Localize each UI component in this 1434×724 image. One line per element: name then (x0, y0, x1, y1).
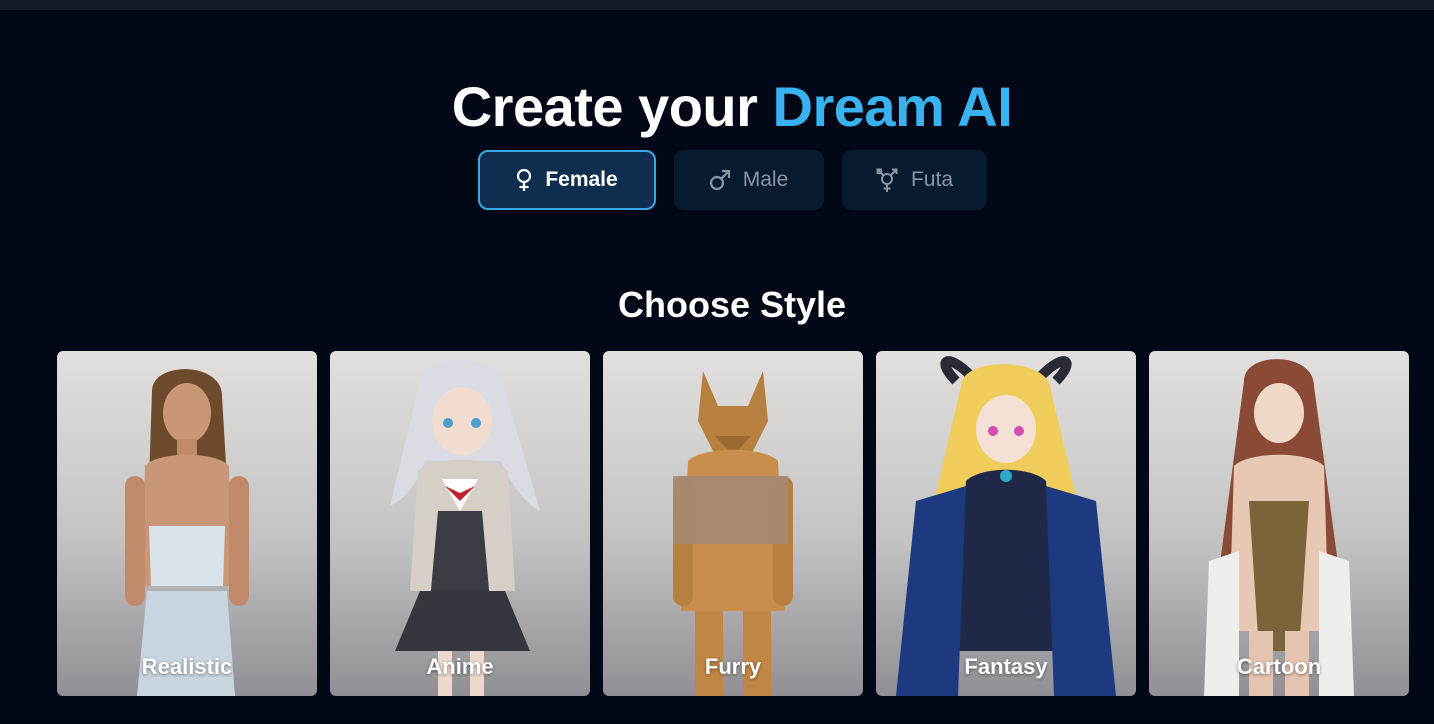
style-card-label: Realistic (141, 654, 233, 679)
style-card-label: Cartoon (1236, 654, 1322, 679)
top-bar (0, 0, 1434, 10)
style-card-label: Fantasy (964, 654, 1048, 679)
tab-futa[interactable]: Futa (841, 150, 987, 210)
tab-futa-label: Futa (910, 168, 954, 191)
page: Create your Dream AI Female Male Futa Ch… (0, 0, 1434, 724)
realistic-figure-illustration (125, 369, 249, 696)
anime-figure-illustration (390, 359, 540, 696)
style-card-anime[interactable]: Anime (330, 351, 590, 696)
page-title: Create your Dream AI (0, 74, 1434, 139)
style-card-fantasy[interactable]: Fantasy (876, 351, 1136, 696)
gender-selector: Female Male Futa (0, 150, 1434, 210)
title-accent: Dream AI (772, 74, 1013, 138)
tab-male[interactable]: Male (673, 150, 824, 210)
tab-female[interactable]: Female (477, 150, 656, 210)
fantasy-figure-illustration (896, 356, 1116, 696)
male-symbol-icon (709, 169, 731, 191)
title-plain: Create your (451, 74, 758, 138)
style-card-cartoon[interactable]: Cartoon (1149, 351, 1409, 696)
tab-female-label: Female (545, 168, 618, 191)
female-symbol-icon (515, 168, 533, 192)
furry-figure-illustration (673, 371, 793, 696)
style-card-label: Anime (426, 654, 494, 679)
style-card-furry[interactable]: Furry (603, 351, 863, 696)
cartoon-figure-illustration (1204, 359, 1354, 696)
tab-male-label: Male (742, 168, 789, 191)
style-card-label: Furry (704, 654, 762, 679)
style-card-list: Realistic Anime Furry Fantasy Cartoon (57, 351, 1409, 696)
choose-style-title: Choose Style (617, 283, 847, 325)
style-card-realistic[interactable]: Realistic (57, 351, 317, 696)
transgender-symbol-icon (875, 167, 899, 193)
